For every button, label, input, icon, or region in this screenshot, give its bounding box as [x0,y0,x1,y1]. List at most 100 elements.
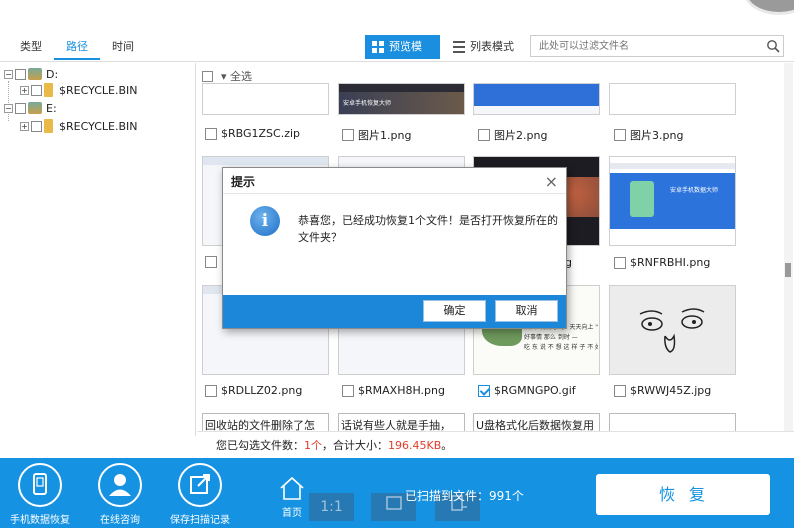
file-checkbox[interactable] [478,129,490,141]
file-name: $RBG1ZSC.zip [221,127,301,140]
file-name: 图片2.png [494,129,548,142]
preview-mode-button[interactable]: 预览模式 [365,35,440,77]
file-name: $RDLLZ02.png [221,384,303,397]
tree-node-recycle-d[interactable]: + $RECYCLE.BIN [20,82,137,98]
tree-label: $RECYCLE.BIN [59,83,138,97]
home-label: 首页 [282,508,302,519]
home-button[interactable]: 首页 [273,475,311,519]
tree-node-drive-e[interactable]: − E: [4,100,57,116]
tree-checkbox[interactable] [15,102,26,114]
selected-count: 1个 [304,439,322,452]
home-icon [280,476,304,500]
file-item[interactable]: 图片2.png [478,127,547,143]
file-item[interactable]: $RNFRBHI.png [614,256,710,269]
file-checkbox[interactable] [205,127,217,140]
file-thumbnail[interactable]: 安卓手机数据大师 [609,156,736,246]
file-checkbox[interactable] [205,384,217,397]
meme-face-image [639,308,705,353]
collapse-icon[interactable]: − [4,69,13,79]
file-item[interactable]: $RWWJ45Z.jpg [614,384,711,397]
recovery-success-dialog: 提示 × i 恭喜您，已经成功恢复1个文件！是否打开恢复所在的文件夹？ 确定 取… [222,167,567,329]
file-checkbox[interactable] [342,129,354,141]
list-icon [453,41,465,53]
dialog-footer: 确定 取消 [223,295,566,328]
thumbnail-text: 安卓手机恢复大师 [343,100,392,107]
tree-checkbox[interactable] [31,120,42,132]
tree-node-recycle-e[interactable]: + $RECYCLE.BIN [20,118,137,134]
tree-checkbox[interactable] [15,68,26,80]
online-consult-button[interactable]: 在线咨询 [85,463,155,526]
top-bar: 类型 路径 时间 预览模式 列表模式 [0,0,794,77]
tree-label: D: [46,67,59,81]
bottom-toolbar: 手机数据恢复 在线咨询 保存扫描记录 首页 1:1 已扫描到文件：991个 恢复 [0,458,794,528]
actual-size-button[interactable]: 1:1 [309,493,354,521]
file-checkbox[interactable] [614,129,626,141]
thumbnail-text: 吃 东 说 不 想 这 样 子 不 好 [524,344,598,351]
recover-button[interactable]: 恢复 [596,474,770,515]
cancel-button[interactable]: 取消 [495,300,558,322]
folder-icon [44,119,53,133]
scrollbar-thumb[interactable] [785,263,791,277]
dialog-message: 恭喜您，已经成功恢复1个文件！是否打开恢复所在的文件夹？ [298,214,558,244]
search-icon[interactable] [766,39,780,53]
close-icon[interactable]: × [545,172,558,191]
filter-input[interactable] [530,35,784,57]
file-checkbox[interactable] [205,256,217,268]
expand-icon[interactable]: + [20,121,29,131]
tab-time[interactable]: 时间 [100,38,146,60]
selected-size: 196.45KB [388,439,442,452]
tool-label: 在线咨询 [100,515,140,526]
select-all-label: ▾ 全选 [221,70,253,83]
thumbnail-text: 安卓手机数据大师 [670,187,719,194]
tab-type[interactable]: 类型 [8,38,54,60]
list-mode-label: 列表模式 [470,40,514,53]
file-item[interactable]: $RMAXH8H.png [342,384,445,397]
phone-recovery-button[interactable]: 手机数据恢复 [5,463,75,526]
scanned-count: 已扫描到文件：991个 [405,489,524,503]
selection-status: 您已勾选文件数：1个，合计大小：196.45KB。 [197,431,794,458]
list-mode-button[interactable]: 列表模式 [446,35,524,59]
file-thumbnail[interactable] [202,83,329,115]
file-name: $RNFRBHI.png [630,256,711,269]
collapse-icon[interactable]: − [4,103,13,113]
file-name: 图片3.png [630,129,684,142]
drive-icon [28,102,42,114]
file-item[interactable]: $RGMNGPO.gif [478,384,576,397]
dialog-title: 提示 [223,168,566,194]
file-item[interactable]: 图片1.png [342,127,411,143]
file-checkbox-checked[interactable] [478,384,490,397]
file-thumbnail[interactable] [609,83,736,115]
select-all[interactable]: ▾ 全选 [202,68,252,84]
ok-button[interactable]: 确定 [423,300,486,322]
status-text: 。 [441,439,453,452]
tool-label: 保存扫描记录 [170,515,230,526]
file-thumbnail[interactable] [473,83,600,115]
status-text: ，合计大小： [322,439,388,452]
tree-node-drive-d[interactable]: − D: [4,66,58,82]
file-item[interactable]: 图片3.png [614,127,683,143]
export-icon [178,463,222,507]
file-name: 图片1.png [358,129,412,142]
file-item[interactable]: $RBG1ZSC.zip [205,127,300,140]
phone-icon [18,463,62,507]
file-item[interactable] [205,256,221,268]
grid-icon [372,41,384,53]
file-name: $RWWJ45Z.jpg [630,384,712,397]
status-text: 您已勾选文件数： [216,439,304,452]
tool-label: 手机数据恢复 [10,515,70,526]
file-thumbnail[interactable] [609,285,736,375]
vertical-scrollbar[interactable] [784,63,793,436]
select-all-checkbox[interactable] [202,70,213,82]
file-thumbnail[interactable]: 安卓手机恢复大师 [338,83,465,115]
file-name: $RMAXH8H.png [358,384,445,397]
tab-path[interactable]: 路径 [54,38,100,60]
file-item[interactable]: $RDLLZ02.png [205,384,302,397]
save-scan-record-button[interactable]: 保存扫描记录 [165,463,235,526]
file-checkbox[interactable] [342,384,354,397]
folder-tree: − D: + $RECYCLE.BIN − E: + $RECYCLE.BIN [0,63,196,436]
file-checkbox[interactable] [614,256,626,269]
expand-icon[interactable]: + [20,85,29,95]
file-checkbox[interactable] [614,384,626,397]
tree-label: E: [46,101,57,115]
tree-checkbox[interactable] [31,84,42,96]
